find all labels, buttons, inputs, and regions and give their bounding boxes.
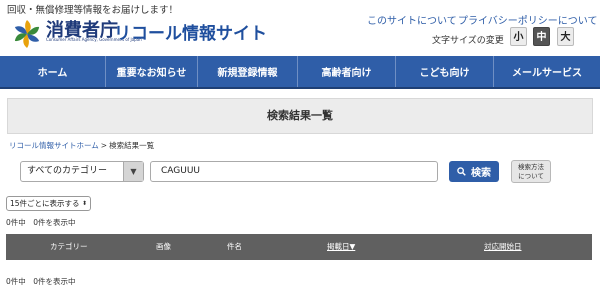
nav-item-important-news[interactable]: 重要なお知らせ (106, 56, 198, 87)
result-count-top: 0件中 0件を表示中 (6, 218, 76, 227)
category-select[interactable]: すべてのカテゴリー ▼ (20, 161, 144, 182)
search-method-label-line2: について (518, 172, 544, 180)
page-title: 検索結果一覧 (7, 98, 593, 134)
nav-item-new-registrations[interactable]: 新規登録情報 (198, 56, 298, 87)
nav-item-home[interactable]: ホーム (0, 56, 106, 87)
font-size-small-button[interactable]: 小 (510, 27, 527, 46)
column-header-image: 画像 (156, 242, 171, 251)
breadcrumb-home-link[interactable]: リコール情報サイトホーム (9, 141, 99, 150)
search-method-button[interactable]: 検索方法 について (511, 160, 551, 183)
font-size-medium-button[interactable]: 中 (533, 27, 550, 46)
site-title[interactable]: リコール情報サイト (114, 19, 267, 44)
category-select-value: すべてのカテゴリー (27, 166, 108, 176)
nav-item-elderly[interactable]: 高齢者向け (298, 56, 396, 87)
chevron-down-icon: ▼ (123, 162, 143, 181)
breadcrumb-current: 検索結果一覧 (109, 141, 155, 150)
result-count-bottom: 0件中 0件を表示中 (6, 277, 76, 286)
search-icon (457, 167, 466, 176)
per-page-select-value: 15件ごとに表示する (10, 199, 80, 208)
column-header-posted-date[interactable]: 掲載日▼ (327, 234, 355, 260)
nav-item-children[interactable]: こども向け (396, 56, 494, 87)
search-method-label-line1: 検索方法 (518, 163, 544, 171)
breadcrumb: リコール情報サイトホーム > 検索結果一覧 (9, 140, 154, 151)
privacy-policy-link[interactable]: プライバシーポリシーについて (458, 12, 598, 27)
column-header-name: 件名 (227, 242, 242, 251)
font-size-label: 文字サイズの変更 (432, 36, 504, 46)
column-header-start-date[interactable]: 対応開始日 (484, 234, 522, 260)
font-size-large-button[interactable]: 大 (557, 27, 574, 46)
site-tagline: 回収・無償修理等情報をお届けします！ (7, 5, 179, 16)
search-button[interactable]: 検索 (449, 161, 499, 182)
main-nav: ホーム 重要なお知らせ 新規登録情報 高齢者向け こども向け メールサービス (0, 56, 600, 89)
agency-logo[interactable]: 消費者庁 Consumer Affairs Agency, Government… (10, 15, 142, 49)
search-button-label: 検索 (471, 168, 491, 179)
column-header-category: カテゴリー (50, 242, 88, 251)
nav-item-mail-service[interactable]: メールサービス (494, 56, 600, 87)
per-page-select[interactable]: 15件ごとに表示する ⬍ (6, 196, 91, 211)
breadcrumb-separator: > (100, 141, 108, 150)
results-table-header: カテゴリー 画像 件名 掲載日▼ 対応開始日 (6, 234, 592, 260)
agency-logo-mark-icon (14, 20, 40, 48)
about-site-link[interactable]: このサイトについて (367, 12, 457, 27)
chevron-updown-icon: ⬍ (81, 200, 87, 207)
search-input[interactable]: CAGUUU (150, 161, 438, 182)
